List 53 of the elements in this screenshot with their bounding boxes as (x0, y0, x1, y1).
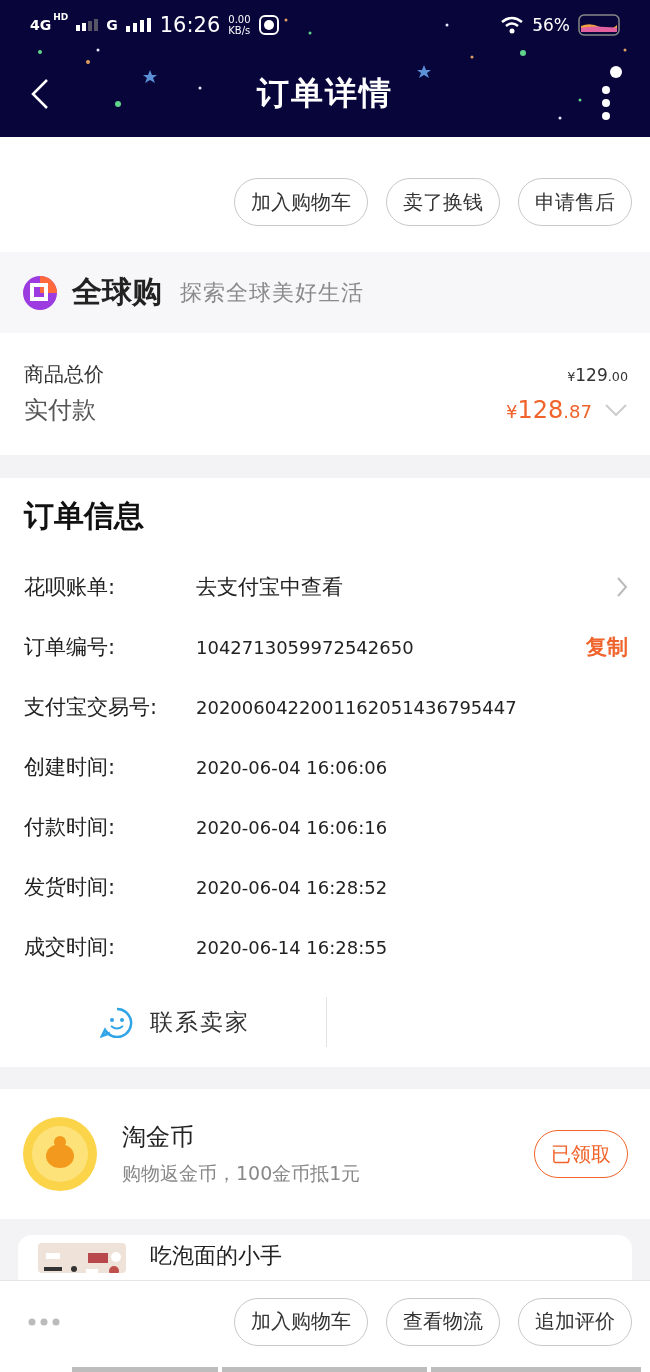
brand-name: 全球购 (72, 273, 162, 311)
coin-title: 淘金币 (122, 1122, 195, 1153)
info-label: 成交时间: (24, 934, 117, 961)
speed-unit: KB/s (228, 25, 251, 36)
more-dots-icon[interactable] (28, 1317, 60, 1326)
coin-subtitle: 购物返金币，100金币抵1元 (122, 1161, 362, 1186)
info-value: 2020060422001162051436795447 (196, 696, 518, 718)
chevron-down-icon[interactable] (604, 403, 628, 417)
action-button[interactable]: 追加评价 (518, 1297, 632, 1346)
action-button[interactable]: 查看物流 (386, 1297, 500, 1346)
smile-chat-icon (100, 1006, 134, 1038)
more-icon[interactable] (600, 65, 622, 122)
section-title: 订单信息 (24, 497, 145, 535)
info-value[interactable]: 去支付宝中查看 (196, 573, 616, 601)
info-label: 创建时间: (24, 754, 117, 781)
action-button[interactable]: 申请售后 (518, 178, 632, 226)
paid-label: 实付款 (24, 395, 96, 426)
info-label: 订单编号: (24, 634, 117, 661)
speed-value: 0.00 (228, 14, 251, 25)
network-label: 4G (30, 17, 52, 33)
clock-time: 16:26 (159, 13, 221, 37)
page-title: 订单详情 (257, 72, 393, 114)
network-label: G (106, 17, 118, 33)
chevron-right-icon[interactable] (616, 576, 628, 598)
info-value: 2020-06-04 16:06:06 (196, 756, 389, 778)
battery-percent: 56% (532, 15, 570, 35)
info-label: 发货时间: (24, 874, 117, 901)
brand-slogan: 探索全球美好生活 (180, 278, 364, 307)
signal-icon (125, 18, 152, 32)
info-label: 付款时间: (24, 814, 117, 841)
signal-icon (76, 19, 99, 31)
wifi-icon (500, 16, 525, 34)
info-value: 1042713059972542650 (196, 636, 415, 658)
action-button[interactable]: 卖了换钱 (386, 178, 500, 226)
shop-name: 吃泡面的小手 (150, 1243, 282, 1269)
info-value: 2020-06-14 16:28:55 (196, 936, 389, 958)
info-value: 2020-06-04 16:06:16 (196, 816, 389, 838)
action-button[interactable]: 加入购物车 (234, 1297, 368, 1346)
total-label: 商品总价 (24, 361, 104, 388)
network-type-label: HD (53, 12, 69, 22)
action-button[interactable]: 加入购物车 (234, 178, 368, 226)
info-value: 2020-06-04 16:28:52 (196, 876, 389, 898)
star-icon (417, 65, 431, 78)
coin-icon (22, 1116, 98, 1192)
info-label: 花呗账单: (24, 574, 117, 601)
contact-seller-link[interactable]: 联系卖家 (24, 1006, 326, 1038)
paid-price: ¥128.87 (506, 396, 592, 424)
star-icon (143, 70, 157, 83)
global-buy-logo-icon (22, 274, 58, 311)
back-icon[interactable] (30, 77, 50, 110)
total-price: ¥129.00 (567, 364, 628, 385)
info-label: 支付宝交易号: (24, 694, 159, 721)
battery-icon (578, 14, 620, 36)
